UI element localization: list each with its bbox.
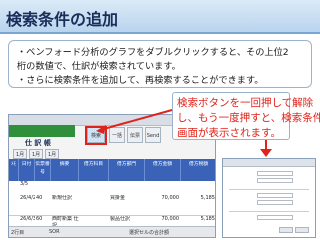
pointer-arrow: [99, 109, 173, 131]
arrow-head-icon: [96, 125, 106, 134]
arrow-head-down-icon: [260, 149, 272, 157]
arrows-overlay: [96, 109, 272, 157]
